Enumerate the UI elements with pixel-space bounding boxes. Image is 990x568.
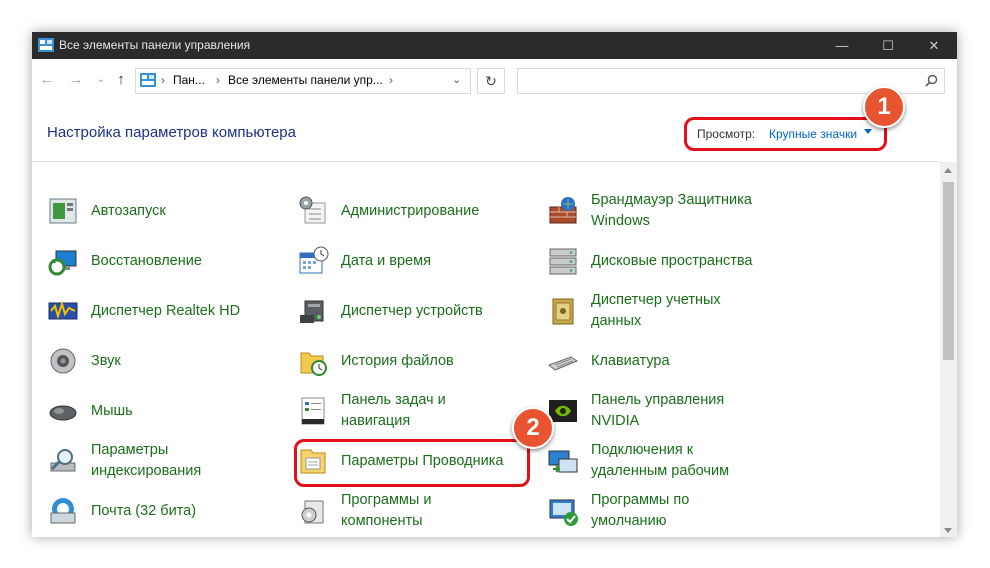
indexing-icon [50, 449, 76, 472]
item-label: удаленным рабочим [591, 463, 730, 479]
up-arrow-icon[interactable]: ↑ [111, 69, 131, 89]
scroll-down-icon[interactable] [944, 528, 952, 533]
item-label: Параметры [91, 442, 169, 458]
control-panel-icon [38, 38, 54, 52]
item-datetime[interactable]: Дата и время [297, 240, 537, 284]
item-label: Звук [91, 353, 121, 369]
control-panel-icon [140, 73, 156, 87]
breadcrumb-item[interactable]: Пан... [173, 73, 205, 87]
address-dropdown-icon[interactable]: ⌄ [452, 73, 461, 86]
mouse-icon [49, 405, 77, 421]
item-autoplay[interactable]: Автозапуск [47, 190, 287, 234]
forward-arrow-icon[interactable]: → [66, 69, 86, 89]
programs-features-icon [301, 500, 324, 524]
item-label: NVIDIA [591, 413, 640, 429]
item-credential-manager[interactable]: Диспетчер учетных данных [547, 290, 787, 334]
credential-manager-icon [552, 298, 574, 325]
page-title: Настройка параметров компьютера [47, 124, 296, 141]
storage-spaces-icon [549, 248, 577, 275]
title-bar[interactable]: Все элементы панели управления — ☐ ✕ [32, 32, 957, 59]
item-label: Дата и время [341, 253, 431, 269]
item-storage-spaces[interactable]: Дисковые пространства [547, 240, 787, 284]
divider [32, 161, 940, 162]
item-label: Почта (32 бита) [91, 503, 197, 519]
breadcrumb[interactable]: › Пан... › Все элементы панели упр... › … [135, 68, 471, 94]
speaker-icon [50, 348, 76, 374]
callout-badge-1: 1 [863, 86, 905, 128]
search-icon [925, 74, 938, 87]
item-label: Автозапуск [91, 203, 166, 219]
item-label: компоненты [341, 513, 423, 529]
item-label: Брандмауэр Защитника [591, 192, 752, 208]
administration-tools-icon [299, 196, 326, 224]
scroll-up-icon[interactable] [944, 168, 952, 173]
back-arrow-icon[interactable]: ← [37, 69, 57, 89]
default-programs-icon [549, 499, 578, 526]
item-label: Диспетчер Realtek HD [91, 303, 241, 319]
item-label: Панель управления [591, 392, 725, 408]
file-history-icon [300, 352, 327, 376]
item-label: История файлов [341, 353, 454, 369]
item-firewall[interactable]: Брандмауэр Защитника Windows [547, 190, 787, 234]
item-label: индексирования [91, 463, 202, 479]
item-mail[interactable]: Почта (32 бита) [47, 490, 287, 534]
item-label: умолчанию [591, 513, 667, 529]
device-manager-icon [300, 300, 324, 323]
item-label: Клавиатура [591, 353, 670, 369]
mail-icon [50, 498, 76, 524]
close-button[interactable]: ✕ [911, 32, 957, 59]
item-mouse[interactable]: Мышь [47, 390, 287, 434]
firewall-icon [549, 197, 577, 224]
item-label: данных [591, 313, 642, 329]
item-label: Windows [591, 213, 650, 229]
item-taskbar[interactable]: Панель задач и навигация [297, 390, 537, 434]
minimize-button[interactable]: — [819, 32, 865, 59]
item-file-history[interactable]: История файлов [297, 340, 537, 384]
explorer-options-highlight [294, 439, 530, 487]
breadcrumb-chevron-icon: › [389, 73, 393, 87]
refresh-icon[interactable]: ↻ [477, 68, 505, 94]
breadcrumb-item[interactable]: Все элементы панели упр... [228, 73, 383, 87]
item-keyboard[interactable]: Клавиатура [547, 340, 787, 384]
item-label: Администрирование [341, 203, 480, 219]
maximize-button[interactable]: ☐ [865, 32, 911, 59]
autoplay-icon [49, 198, 77, 224]
control-panel-window: Все элементы панели управления — ☐ ✕ ← →… [32, 32, 957, 537]
item-label: Подключения к [591, 442, 694, 458]
scrollbar-thumb[interactable] [943, 182, 954, 360]
view-mode-highlight [684, 117, 887, 151]
item-indexing[interactable]: Параметры индексирования [47, 440, 287, 484]
address-bar: ← → ⌄ ↑ › Пан... › Все элементы панели у… [32, 59, 957, 101]
item-remote-desktop[interactable]: Подключения к удаленным рабочим [547, 440, 787, 484]
keyboard-icon [548, 356, 579, 371]
item-administration[interactable]: Администрирование [297, 190, 537, 234]
item-sound[interactable]: Звук [47, 340, 287, 384]
realtek-audio-icon [48, 300, 78, 320]
item-label: Программы и [341, 492, 432, 508]
item-label: Восстановление [91, 253, 202, 269]
callout-badge-2: 2 [512, 407, 554, 449]
item-label: Панель задач и [341, 392, 446, 408]
recent-locations-chevron-icon[interactable]: ⌄ [91, 69, 111, 89]
window-title: Все элементы панели управления [59, 38, 251, 52]
item-label: Программы по [591, 492, 690, 508]
item-programs[interactable]: Программы и компоненты [297, 490, 537, 534]
item-realtek[interactable]: Диспетчер Realtek HD [47, 290, 287, 334]
vertical-scrollbar[interactable] [940, 162, 957, 537]
breadcrumb-chevron-icon: › [216, 73, 220, 87]
recovery-icon [48, 250, 77, 276]
item-recovery[interactable]: Восстановление [47, 240, 287, 284]
calendar-clock-icon [299, 246, 329, 274]
item-nvidia[interactable]: Панель управления NVIDIA [547, 390, 787, 434]
item-default-programs[interactable]: Программы по умолчанию [547, 490, 787, 534]
item-label: навигация [341, 413, 411, 429]
item-label: Дисковые пространства [591, 253, 753, 269]
item-label: Диспетчер устройств [341, 303, 483, 319]
remote-desktop-icon [548, 450, 578, 473]
item-device-manager[interactable]: Диспетчер устройств [297, 290, 537, 334]
item-label: Мышь [91, 403, 133, 419]
taskbar-icon [301, 397, 325, 425]
item-label: Диспетчер учетных [591, 292, 721, 308]
breadcrumb-chevron-icon: › [161, 73, 165, 87]
